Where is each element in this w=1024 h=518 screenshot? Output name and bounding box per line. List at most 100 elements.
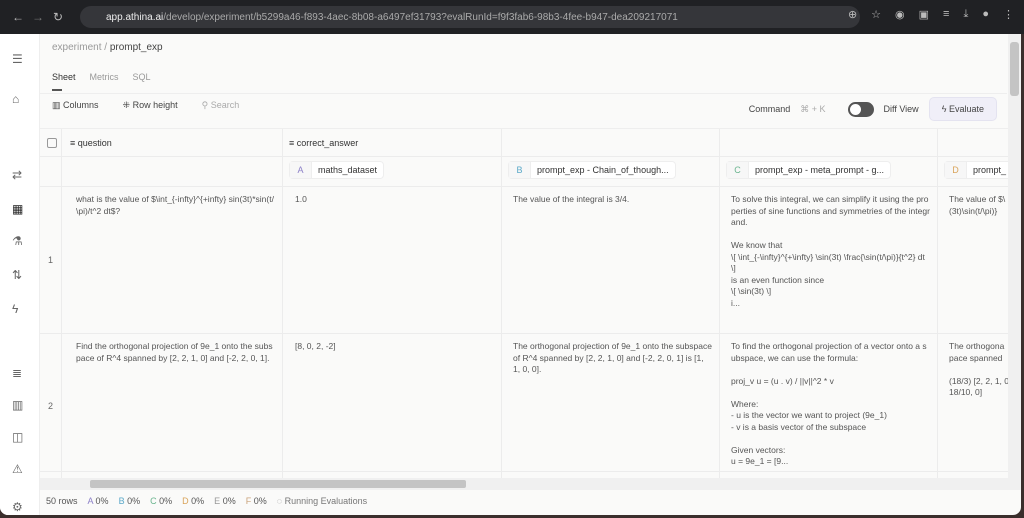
toolbar: ▥ Columns ⁜ Row height ⚲ Search — [52, 100, 239, 111]
chip-letter: C — [727, 162, 749, 178]
profile-icon[interactable]: ● — [982, 8, 989, 21]
status-label: Running Evaluations — [284, 496, 368, 506]
chip-letter: A — [290, 162, 312, 178]
sheet-icon[interactable]: ▦ — [12, 202, 23, 216]
cell-c[interactable]: To solve this integral, we can simplify … — [731, 194, 931, 309]
bolt-icon[interactable]: ϟ — [12, 302, 18, 316]
eval-stat-d: D 0% — [182, 496, 204, 506]
stat-value: 0% — [159, 496, 173, 506]
flow-icon[interactable]: ⇅ — [12, 268, 22, 282]
column-header-correct-answer[interactable]: ≡ correct_answer — [289, 138, 358, 148]
cell-a[interactable]: [8, 0, 2, -2] — [295, 341, 495, 353]
stat-value: 0% — [127, 496, 141, 506]
row-height-label: Row height — [132, 100, 178, 110]
stat-letter: D — [182, 496, 189, 506]
row-number: 2 — [48, 401, 54, 411]
warning-icon[interactable]: ⚠ — [12, 462, 23, 476]
row-height-button[interactable]: ⁜ Row height — [123, 100, 178, 111]
command-button[interactable]: Command — [749, 104, 791, 114]
cell-c[interactable]: To find the orthogonal projection of a v… — [731, 341, 931, 467]
row-height-icon: ⁜ — [122, 100, 131, 110]
home-icon[interactable]: ⌂ — [12, 92, 19, 106]
question-header-label: question — [77, 138, 112, 148]
cell-b[interactable]: The value of the integral is 3/4. — [513, 194, 713, 206]
stat-value: 0% — [191, 496, 205, 506]
cell-b[interactable]: The orthogonal projection of 9e_1 onto t… — [513, 341, 713, 376]
column-chip-a[interactable]: Amaths_dataset — [289, 161, 385, 179]
select-all-checkbox[interactable] — [47, 138, 57, 148]
puzzle-icon[interactable]: ▣ — [919, 8, 929, 21]
stat-letter: B — [118, 496, 125, 506]
url-path: /develop/experiment/b5299a46-f893-4aec-8… — [163, 11, 678, 23]
search-input[interactable]: ⚲ Search — [202, 100, 240, 111]
media-icon[interactable]: ≡ — [943, 8, 949, 21]
extension-icon[interactable]: ◉ — [895, 8, 905, 21]
tab-sql[interactable]: SQL — [133, 72, 151, 82]
list-icon[interactable]: ≣ — [12, 366, 22, 380]
column-chip-b[interactable]: Bprompt_exp - Chain_of_though... — [508, 161, 676, 179]
eval-stat-f: F 0% — [246, 496, 267, 506]
star-icon[interactable]: ☆ — [871, 8, 881, 21]
chart-icon[interactable]: ▥ — [12, 398, 23, 412]
horizontal-scrollbar[interactable] — [40, 478, 1008, 490]
data-grid: ≡ question ≡ correct_answer Amaths_datas… — [40, 128, 1008, 478]
diff-view-label: Diff View — [883, 104, 919, 114]
stat-letter: A — [87, 496, 94, 506]
column-header-question[interactable]: ≡ question — [70, 138, 112, 148]
evaluate-button[interactable]: ϟ Evaluate — [928, 97, 997, 121]
stat-value: 0% — [253, 496, 267, 506]
cell-question[interactable]: what is the value of $\int_{-infty}^{+in… — [76, 194, 276, 217]
tab-metrics[interactable]: Metrics — [90, 72, 119, 82]
correct-answer-header-label: correct_answer — [296, 138, 359, 148]
chip-label: maths_dataset — [318, 165, 378, 175]
flask-icon[interactable]: ⚗ — [12, 234, 23, 248]
zoom-icon[interactable]: ⊕ — [848, 8, 857, 21]
settings-icon[interactable]: ⚙ — [12, 500, 23, 514]
eval-stat-a: A 0% — [88, 496, 109, 506]
column-chip-c[interactable]: Cprompt_exp - meta_prompt - g... — [726, 161, 892, 179]
stat-value: 0% — [95, 496, 109, 506]
cell-a[interactable]: 1.0 — [295, 194, 495, 206]
compare-icon[interactable]: ⇄ — [12, 168, 22, 182]
scrollbar-thumb[interactable] — [90, 480, 466, 488]
stat-letter: F — [245, 496, 252, 506]
breadcrumb-sep: / — [104, 42, 108, 53]
back-icon[interactable]: ← — [8, 10, 28, 24]
breadcrumb: experiment / prompt_exp — [52, 42, 163, 53]
column-chip-d[interactable]: Dprompt_ — [944, 161, 1008, 179]
cell-d[interactable]: The value of $\(3t)\sin(t/\pi)} — [949, 194, 1008, 220]
sidebar: ☰ ⌂ ⇄ ▦ ⚗ ⇅ ϟ ≣ ▥ ◫ ⚠ ⚙ — [0, 34, 40, 515]
search-placeholder: Search — [210, 100, 240, 110]
toggle-sidebar-icon[interactable]: ☰ — [12, 52, 23, 66]
breadcrumb-current: prompt_exp — [109, 42, 163, 53]
tab-sheet[interactable]: Sheet — [52, 72, 76, 91]
reload-icon[interactable]: ↻ — [48, 10, 68, 24]
evaluate-label: Evaluate — [948, 104, 984, 114]
columns-icon[interactable]: ◫ — [12, 430, 23, 444]
stat-letter: C — [150, 496, 157, 506]
diff-view-toggle[interactable] — [847, 101, 874, 117]
menu-icon[interactable]: ⋮ — [1003, 8, 1014, 21]
stat-letter: E — [214, 496, 221, 506]
toolbar-right: Command ⌘ + K Diff View ϟ Evaluate — [749, 97, 997, 121]
command-shortcut: ⌘ + K — [800, 103, 826, 114]
spinner-icon: ◌ — [276, 496, 283, 506]
cell-d[interactable]: The orthogona pace spanned (18/3) [2, 2,… — [949, 341, 1008, 401]
columns-button[interactable]: ▥ Columns — [52, 100, 99, 111]
chip-label: prompt_ — [973, 165, 1007, 175]
address-bar[interactable]: app.athina.ai/develop/experiment/b5299a4… — [80, 6, 860, 28]
scrollbar-thumb[interactable] — [1010, 42, 1019, 96]
vertical-scrollbar[interactable] — [1008, 34, 1021, 490]
chip-label: prompt_exp - meta_prompt - g... — [755, 165, 885, 175]
download-icon[interactable]: ⤓ — [963, 8, 968, 21]
search-icon: ⚲ — [201, 100, 209, 110]
row-count: 50 rows — [46, 496, 78, 506]
chip-letter: D — [945, 162, 967, 178]
running-evaluations: ◌ Running Evaluations — [277, 496, 367, 506]
chip-letter: B — [509, 162, 531, 178]
cell-question[interactable]: Find the orthogonal projection of 9e_1 o… — [76, 341, 276, 364]
url-host: app.athina.ai — [106, 11, 164, 23]
forward-icon[interactable]: → — [28, 10, 48, 24]
breadcrumb-parent[interactable]: experiment — [52, 42, 101, 53]
status-bar: 50 rows A 0% B 0% C 0% D 0% E 0% F 0% ◌ … — [46, 496, 367, 506]
